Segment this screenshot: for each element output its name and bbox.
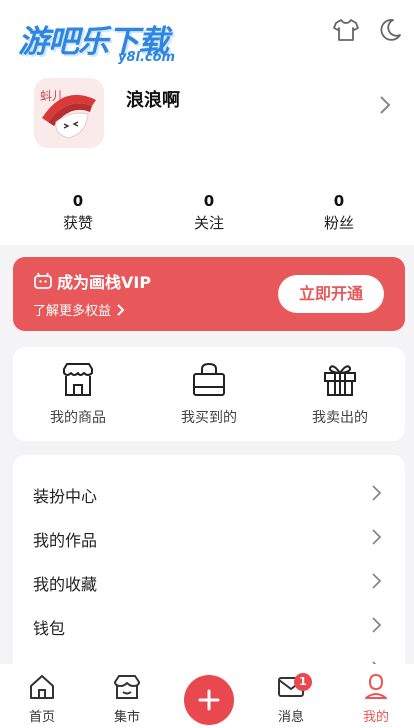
bought-button[interactable]: 我买到的 xyxy=(154,361,264,427)
plus-icon xyxy=(198,689,220,711)
tab-label: 我的 xyxy=(362,710,389,725)
chevron-right-icon xyxy=(372,573,382,589)
store-icon xyxy=(63,363,93,396)
stat-likes-label: 获赞 xyxy=(62,214,93,232)
menu-label: 我的作品 xyxy=(33,531,98,550)
chevron-right-icon xyxy=(372,617,382,633)
vip-title: 成为画栈VIP xyxy=(57,273,152,292)
stat-likes[interactable]: 0 获赞 xyxy=(33,190,123,234)
chevron-right-icon xyxy=(372,485,382,501)
shop-label: 我买到的 xyxy=(181,410,237,426)
vip-benefits-link[interactable]: 了解更多权益 xyxy=(33,300,127,319)
avatar[interactable]: 蚪儿 xyxy=(34,78,104,148)
open-vip-button[interactable]: 立即开通 xyxy=(278,275,384,313)
stat-fans[interactable]: 0 粉丝 xyxy=(294,190,384,234)
menu-list: 装扮中心 我的作品 我的收藏 钱包 小黑屋 xyxy=(13,455,405,695)
message-badge: 1 xyxy=(294,673,312,691)
tab-label: 集市 xyxy=(113,710,140,725)
tshirt-icon[interactable] xyxy=(332,16,360,44)
shopping-bag-icon xyxy=(193,362,225,396)
stat-likes-value: 0 xyxy=(72,192,84,210)
vip-banner[interactable]: 成为画栈VIP 了解更多权益 立即开通 xyxy=(13,257,405,331)
vip-icon xyxy=(34,272,52,289)
tab-label: 首页 xyxy=(28,710,55,725)
stat-following-label: 关注 xyxy=(193,214,224,232)
menu-item-works[interactable]: 我的作品 xyxy=(13,515,405,559)
vip-title-row: 成为画栈VIP xyxy=(33,269,151,293)
moon-icon[interactable] xyxy=(376,16,404,44)
gift-icon xyxy=(324,365,356,396)
chevron-right-icon xyxy=(117,303,125,316)
stat-fans-label: 粉丝 xyxy=(323,214,354,232)
menu-label: 我的收藏 xyxy=(33,575,98,594)
menu-item-wallet[interactable]: 钱包 xyxy=(13,603,405,647)
my-products-button[interactable]: 我的商品 xyxy=(23,361,133,427)
shop-label: 我卖出的 xyxy=(312,410,368,426)
tab-market[interactable]: 集市 xyxy=(97,672,157,725)
stat-following-value: 0 xyxy=(203,192,215,210)
menu-label: 钱包 xyxy=(33,619,66,638)
tab-label: 消息 xyxy=(277,710,304,725)
vip-subtitle: 了解更多权益 xyxy=(33,304,112,319)
tab-home[interactable]: 首页 xyxy=(12,672,72,725)
user-icon xyxy=(365,673,387,699)
menu-label: 装扮中心 xyxy=(33,487,98,506)
menu-item-favorites[interactable]: 我的收藏 xyxy=(13,559,405,603)
stats-row: 0 获赞 0 关注 0 粉丝 xyxy=(0,190,414,240)
home-icon xyxy=(30,675,54,699)
market-icon xyxy=(114,675,140,699)
stat-following[interactable]: 0 关注 xyxy=(164,190,254,234)
profile-header: 游吧乐下载 y8l.com 蚪儿 浪浪啊 0 获赞 0 关注 0 粉丝 xyxy=(0,0,414,245)
username: 浪浪啊 xyxy=(126,90,180,111)
menu-item-dressup[interactable]: 装扮中心 xyxy=(13,471,405,515)
chevron-right-icon[interactable] xyxy=(376,94,394,116)
sold-button[interactable]: 我卖出的 xyxy=(285,361,395,427)
tab-messages[interactable]: 消息 xyxy=(261,672,321,725)
shop-card: 我的商品 我买到的 我卖出的 xyxy=(13,347,405,441)
chevron-right-icon xyxy=(372,529,382,545)
add-button[interactable] xyxy=(184,675,234,725)
shop-label: 我的商品 xyxy=(50,410,106,426)
logo-subtext: y8l.com xyxy=(118,50,176,65)
site-logo: 游吧乐下载 y8l.com xyxy=(14,14,186,70)
stat-fans-value: 0 xyxy=(333,192,345,210)
tab-mine[interactable]: 我的 xyxy=(346,672,406,725)
